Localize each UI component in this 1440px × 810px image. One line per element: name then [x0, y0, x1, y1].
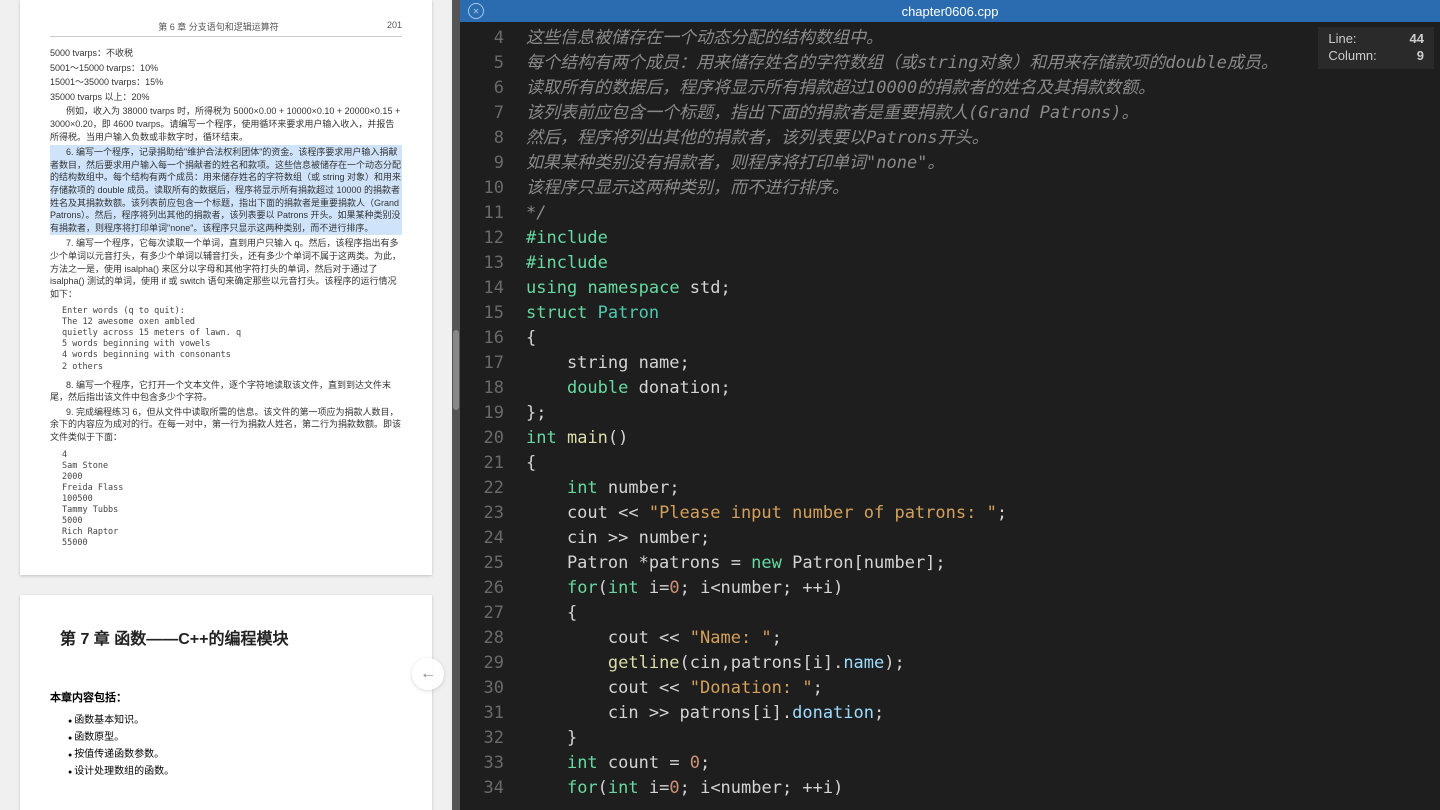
close-icon: ✕ [473, 6, 479, 17]
line-label: Line: [1328, 31, 1356, 48]
column-label: Column: [1328, 48, 1376, 65]
selected-text[interactable]: 6. 编写一个程序，记录捐助给"维护合法权利团体"的资金。该程序要求用户输入捐献… [50, 145, 402, 235]
editor-panel: ✕ chapter0606.cpp 4567891011121314151617… [460, 0, 1440, 810]
close-button[interactable]: ✕ [468, 3, 484, 19]
contents-list: 函数基本知识。 函数原型。 按值传递函数参数。 设计处理数组的函数。 [50, 711, 402, 777]
document-panel[interactable]: 第 6 章 分支语句和逻辑运算符 201 5000 tvarps：不收税 500… [0, 0, 452, 810]
cursor-status: Line: 44 Column: 9 [1318, 27, 1434, 69]
line-value: 44 [1410, 31, 1424, 48]
arrow-left-icon: ← [420, 665, 436, 683]
editor-area[interactable]: 4567891011121314151617181920212223242526… [460, 22, 1440, 810]
sample-output-9: 4 Sam Stone 2000 Freida Flass 100500 Tam… [62, 450, 402, 549]
column-value: 9 [1417, 48, 1424, 65]
doc-body: 5000 tvarps：不收税 5001～15000 tvarps：10% 15… [50, 47, 402, 549]
code-content[interactable]: 这些信息被储存在一个动态分配的结构数组中。每个结构有两个成员：用来储存姓名的字符… [514, 22, 1440, 810]
contents-heading: 本章内容包括： [50, 689, 402, 705]
prev-page-button[interactable]: ← [412, 658, 444, 690]
title-bar: ✕ chapter0606.cpp [460, 0, 1440, 22]
doc-header-title: 第 6 章 分支语句和逻辑运算符 [158, 20, 279, 33]
doc-page-number: 201 [387, 20, 402, 33]
line-gutter: 4567891011121314151617181920212223242526… [460, 22, 514, 810]
doc-page-header: 第 6 章 分支语句和逻辑运算符 201 [50, 20, 402, 37]
doc-page-1: 第 6 章 分支语句和逻辑运算符 201 5000 tvarps：不收税 500… [20, 0, 432, 575]
chapter-title: 第 7 章 函数——C++的编程模块 [60, 625, 402, 649]
sample-output-7: Enter words (q to quit): The 12 awesome … [62, 306, 402, 372]
panel-divider[interactable] [452, 0, 460, 810]
doc-page-2: 第 7 章 函数——C++的编程模块 本章内容包括： 函数基本知识。 函数原型。… [20, 595, 432, 810]
file-title: chapter0606.cpp [902, 4, 999, 19]
